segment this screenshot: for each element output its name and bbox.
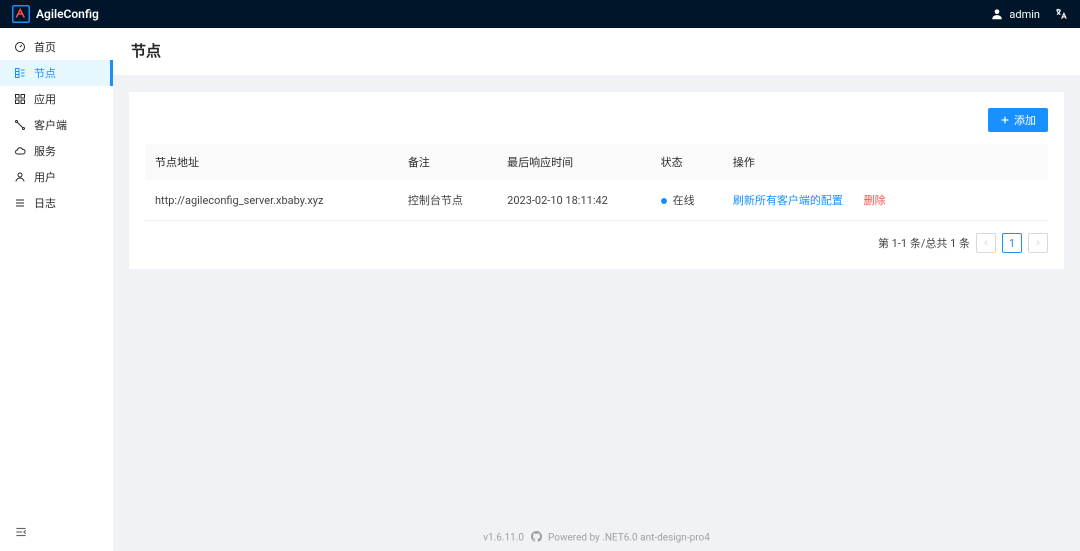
- cloud-icon: [14, 145, 26, 157]
- footer-version: v1.6.11.0: [483, 533, 524, 544]
- sidebar: 首页 节点 应用 客户端 服务 用户: [0, 28, 113, 551]
- sidebar-item-home[interactable]: 首页: [0, 34, 113, 60]
- pagination-next[interactable]: [1028, 233, 1048, 253]
- cell-action: 刷新所有客户端的配置 删除: [723, 180, 1048, 221]
- sidebar-collapse-button[interactable]: [14, 527, 28, 543]
- sidebar-item-logs[interactable]: 日志: [0, 190, 113, 216]
- pagination-prev[interactable]: [976, 233, 996, 253]
- pagination: 第 1-1 条/总共 1 条 1: [145, 233, 1048, 253]
- nodes-icon: [14, 67, 26, 79]
- cell-status: 在线: [651, 180, 723, 221]
- nodes-table: 节点地址 备注 最后响应时间 状态 操作 http://agileconfig_…: [145, 144, 1048, 221]
- cell-address: http://agileconfig_server.xbaby.xyz: [145, 180, 398, 221]
- github-icon[interactable]: [531, 531, 542, 545]
- cell-remark: 控制台节点: [398, 180, 497, 221]
- col-action: 操作: [723, 144, 1048, 180]
- header-left: AgileConfig: [12, 5, 99, 23]
- sidebar-item-label: 首页: [34, 39, 56, 55]
- toolbar: 添加: [145, 108, 1048, 132]
- add-button-label: 添加: [1014, 112, 1036, 128]
- username: admin: [1009, 8, 1040, 21]
- footer-powered: Powered by .NET6.0 ant-design-pro4: [548, 533, 710, 544]
- content: 节点 添加 节点地址 备注 最后响应时间 状态: [113, 28, 1080, 551]
- pagination-summary: 第 1-1 条/总共 1 条: [878, 235, 970, 251]
- footer: v1.6.11.0 Powered by .NET6.0 ant-design-…: [113, 531, 1080, 545]
- brand-name: AgileConfig: [36, 7, 99, 21]
- add-button[interactable]: 添加: [988, 108, 1048, 132]
- header-right: admin: [990, 7, 1068, 21]
- pagination-page-1[interactable]: 1: [1002, 233, 1022, 253]
- sidebar-item-label: 节点: [34, 65, 56, 81]
- refresh-config-link[interactable]: 刷新所有客户端的配置: [733, 194, 843, 207]
- col-status: 状态: [651, 144, 723, 180]
- chevron-left-icon: [982, 239, 990, 247]
- page-title: 节点: [131, 40, 1062, 61]
- user-icon: [990, 7, 1004, 21]
- sidebar-menu: 首页 节点 应用 客户端 服务 用户: [0, 28, 113, 216]
- chevron-right-icon: [1034, 239, 1042, 247]
- top-header: AgileConfig admin: [0, 0, 1080, 28]
- col-remark: 备注: [398, 144, 497, 180]
- table-row: http://agileconfig_server.xbaby.xyz 控制台节…: [145, 180, 1048, 221]
- main-card: 添加 节点地址 备注 最后响应时间 状态 操作: [129, 92, 1064, 269]
- sidebar-item-label: 客户端: [34, 117, 67, 133]
- sidebar-item-label: 应用: [34, 91, 56, 107]
- sidebar-item-label: 服务: [34, 143, 56, 159]
- sidebar-item-clients[interactable]: 客户端: [0, 112, 113, 138]
- delete-link[interactable]: 删除: [864, 194, 886, 207]
- col-address: 节点地址: [145, 144, 398, 180]
- status-text: 在线: [673, 194, 695, 207]
- clients-icon: [14, 119, 26, 131]
- plus-icon: [1000, 115, 1010, 125]
- list-icon: [14, 197, 26, 209]
- sidebar-item-services[interactable]: 服务: [0, 138, 113, 164]
- sidebar-item-users[interactable]: 用户: [0, 164, 113, 190]
- sidebar-item-apps[interactable]: 应用: [0, 86, 113, 112]
- user-icon: [14, 171, 26, 183]
- language-switch[interactable]: [1054, 7, 1068, 21]
- sidebar-item-nodes[interactable]: 节点: [0, 60, 113, 86]
- dashboard-icon: [14, 41, 26, 53]
- user-menu[interactable]: admin: [990, 7, 1040, 21]
- logo-icon: [12, 5, 30, 23]
- table-header-row: 节点地址 备注 最后响应时间 状态 操作: [145, 144, 1048, 180]
- cell-last-echo: 2023-02-10 18:11:42: [497, 180, 651, 221]
- status-dot-icon: [661, 198, 667, 204]
- sidebar-item-label: 用户: [34, 169, 56, 185]
- page-header: 节点: [113, 28, 1080, 76]
- sidebar-item-label: 日志: [34, 195, 56, 211]
- col-last-echo: 最后响应时间: [497, 144, 651, 180]
- apps-icon: [14, 93, 26, 105]
